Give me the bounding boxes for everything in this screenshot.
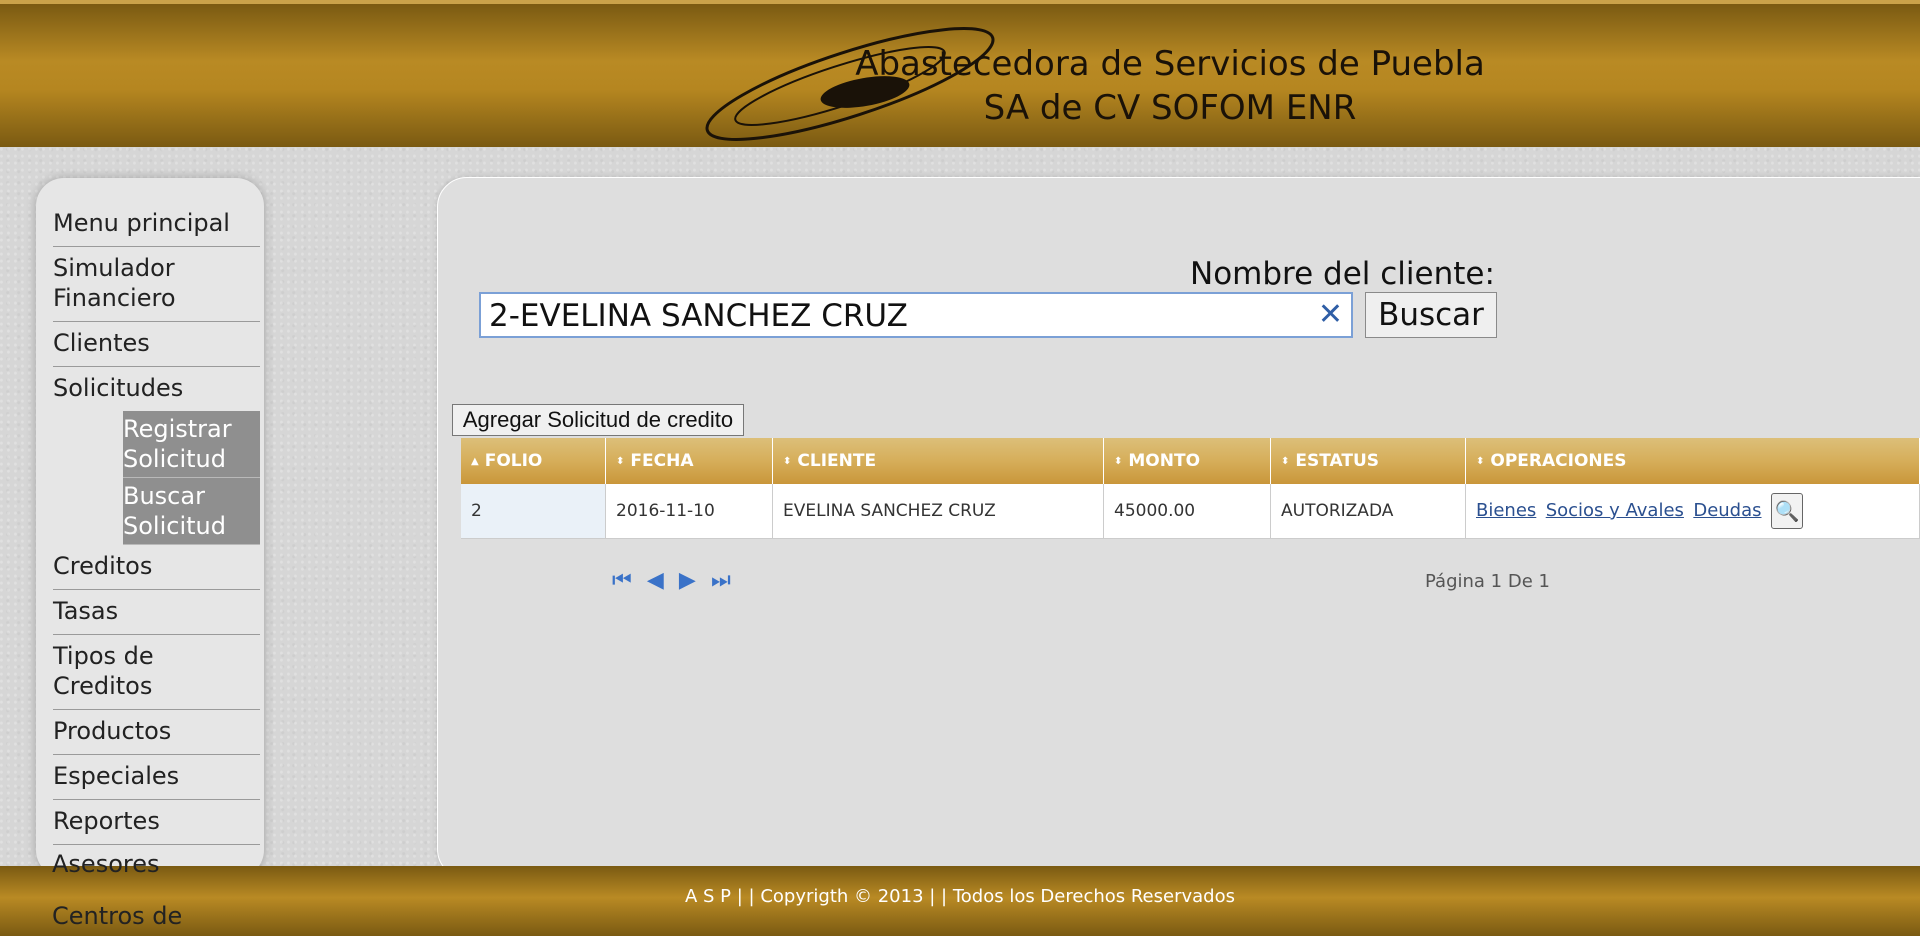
column-header-fecha-label: FECHA (630, 451, 694, 471)
sort-icon: ⬍ (1476, 455, 1485, 467)
column-header-estatus-label: ESTATUS (1295, 451, 1380, 471)
column-header-cliente[interactable]: ⬍ CLIENTE (772, 438, 1104, 484)
sidebar-item-solicitudes[interactable]: Solicitudes (53, 367, 260, 411)
search-icon[interactable]: 🔍 (1770, 493, 1803, 529)
sidebar-item-menu-principal[interactable]: Menu principal (53, 202, 260, 247)
sidebar-item-creditos[interactable]: Creditos (53, 545, 260, 590)
column-header-operaciones[interactable]: ⬍ OPERACIONES (1465, 438, 1920, 484)
requests-table: ▲ FOLIO ⬍ FECHA ⬍ CLIENTE ⬍ MONTO ⬍ ESTATUS ⬍… (461, 438, 1920, 539)
column-header-folio[interactable]: ▲ FOLIO (461, 438, 606, 484)
header-banner: Abastecedora de Servicios de Puebla SA d… (0, 0, 1920, 147)
last-page-icon[interactable]: ⏭ (711, 568, 731, 593)
table-row[interactable]: 2 2016-11-10 EVELINA SANCHEZ CRUZ 45000.… (461, 484, 1920, 539)
company-name-line2: SA de CV SOFOM ENR (983, 88, 1357, 128)
sidebar-item-especiales[interactable]: Especiales (53, 755, 260, 800)
sidebar-item-centros-de[interactable]: Centros de (52, 902, 182, 930)
cell-operaciones: Bienes Socios y Avales Deudas 🔍 (1465, 484, 1920, 539)
sidebar-submenu-container: Registrar Solicitud Buscar Solicitud (53, 411, 260, 545)
client-search-box: ✕ (479, 292, 1353, 338)
page-info: Página 1 De 1 (1425, 571, 1550, 592)
sort-icon: ⬍ (1114, 455, 1123, 467)
company-name-line1: Abastecedora de Servicios de Puebla (855, 44, 1485, 84)
sidebar: Menu principal Simulador Financiero Clie… (36, 178, 264, 878)
footer-text: A S P | | Copyrigth © 2013 | | Todos los… (685, 886, 1235, 907)
sidebar-item-asesores[interactable]: Asesores (52, 850, 159, 878)
sidebar-item-solicitudes-label[interactable]: Solicitudes (53, 374, 183, 402)
cell-cliente: EVELINA SANCHEZ CRUZ (772, 484, 1104, 539)
column-header-fecha[interactable]: ⬍ FECHA (605, 438, 773, 484)
sidebar-subitem-registrar-solicitud[interactable]: Registrar Solicitud (123, 411, 260, 478)
deudas-link[interactable]: Deudas (1693, 500, 1761, 521)
prev-page-icon[interactable]: ◀ (647, 568, 664, 593)
client-name-label: Nombre del cliente: (1190, 256, 1495, 292)
column-header-monto-label: MONTO (1128, 451, 1201, 471)
table-header-row: ▲ FOLIO ⬍ FECHA ⬍ CLIENTE ⬍ MONTO ⬍ ESTATUS ⬍… (461, 438, 1920, 484)
cell-fecha: 2016-11-10 (605, 484, 773, 539)
sidebar-item-clientes[interactable]: Clientes (53, 322, 260, 367)
client-search-input[interactable] (487, 294, 1311, 338)
clear-icon[interactable]: ✕ (1318, 297, 1343, 332)
bienes-link[interactable]: Bienes (1476, 500, 1536, 521)
sidebar-item-productos[interactable]: Productos (53, 710, 260, 755)
sidebar-item-reportes[interactable]: Reportes (53, 800, 260, 845)
pagination: ⏮ ◀ ▶ ⏭ (612, 568, 741, 593)
sidebar-subitem-buscar-solicitud[interactable]: Buscar Solicitud (123, 478, 260, 545)
sidebar-item-simulador-financiero[interactable]: Simulador Financiero (53, 247, 260, 322)
cell-monto: 45000.00 (1103, 484, 1271, 539)
sidebar-menu: Menu principal Simulador Financiero Clie… (53, 202, 260, 845)
column-header-folio-label: FOLIO (484, 451, 543, 471)
sidebar-item-tipos-de-creditos[interactable]: Tipos de Creditos (53, 635, 260, 710)
sort-icon: ⬍ (783, 455, 792, 467)
sort-asc-icon: ▲ (471, 455, 479, 467)
next-page-icon[interactable]: ▶ (679, 568, 696, 593)
sort-icon: ⬍ (616, 455, 625, 467)
column-header-estatus[interactable]: ⬍ ESTATUS (1270, 438, 1466, 484)
search-button[interactable]: Buscar (1365, 292, 1497, 338)
company-name: Abastecedora de Servicios de Puebla SA d… (830, 42, 1510, 130)
sidebar-submenu: Registrar Solicitud Buscar Solicitud (123, 411, 260, 545)
socios-avales-link[interactable]: Socios y Avales (1546, 500, 1684, 521)
cell-folio: 2 (461, 484, 606, 539)
column-header-operaciones-label: OPERACIONES (1490, 451, 1627, 471)
first-page-icon[interactable]: ⏮ (612, 568, 632, 593)
sort-icon: ⬍ (1281, 455, 1290, 467)
sidebar-item-tasas[interactable]: Tasas (53, 590, 260, 635)
column-header-cliente-label: CLIENTE (797, 451, 877, 471)
add-credit-request-button[interactable]: Agregar Solicitud de credito (452, 404, 744, 436)
cell-estatus: AUTORIZADA (1270, 484, 1466, 539)
column-header-monto[interactable]: ⬍ MONTO (1103, 438, 1271, 484)
footer: A S P | | Copyrigth © 2013 | | Todos los… (0, 866, 1920, 936)
